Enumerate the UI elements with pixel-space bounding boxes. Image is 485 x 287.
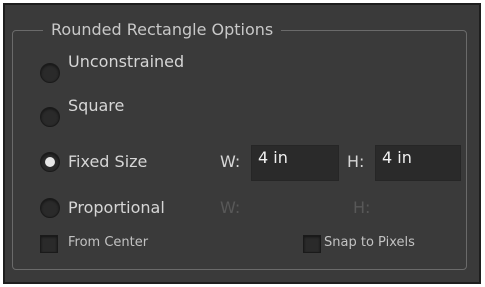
label-proportional[interactable]: Proportional: [68, 198, 165, 218]
label-square[interactable]: Square: [68, 96, 124, 116]
proportional-height-label: H:: [353, 198, 371, 217]
fixed-height-field[interactable]: 4 in: [375, 145, 461, 181]
fixed-width-field[interactable]: 4 in: [251, 145, 339, 181]
radio-fixed-size[interactable]: [40, 152, 60, 172]
radio-proportional[interactable]: [40, 198, 60, 218]
radio-selected-dot: [45, 157, 55, 167]
fixed-height-label: H:: [347, 152, 365, 171]
checkbox-from-center[interactable]: [40, 235, 58, 253]
radio-unconstrained[interactable]: [40, 63, 60, 83]
fixed-width-label: W:: [220, 152, 241, 171]
label-snap-to-pixels[interactable]: Snap to Pixels: [324, 233, 415, 253]
proportional-width-label: W:: [220, 198, 241, 217]
label-fixed-size[interactable]: Fixed Size: [68, 152, 147, 172]
groupbox-title: Rounded Rectangle Options: [43, 18, 282, 42]
label-unconstrained[interactable]: Unconstrained: [68, 52, 184, 72]
checkbox-snap-to-pixels[interactable]: [303, 235, 321, 253]
label-from-center[interactable]: From Center: [68, 233, 148, 253]
radio-square[interactable]: [40, 107, 60, 127]
